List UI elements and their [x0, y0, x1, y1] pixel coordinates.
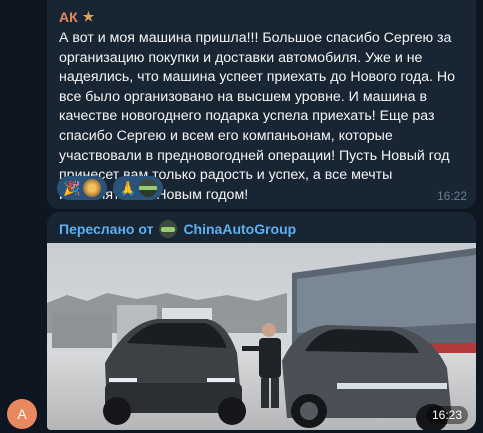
forwarded-label: Переслано от: [59, 221, 154, 237]
pray-icon: 🙏: [119, 180, 137, 196]
forwarded-message-bubble[interactable]: Переслано от ChinaAutoGroup 16:23: [47, 212, 476, 430]
message-time: 16:23: [425, 406, 468, 424]
forwarded-header[interactable]: Переслано от ChinaAutoGroup: [59, 220, 296, 238]
reactions: 🎉 🙏: [57, 176, 163, 200]
reactor-avatar: [83, 179, 101, 197]
author-name[interactable]: АК: [59, 9, 78, 25]
message-bubble[interactable]: АК ★ А вот и моя машина пришла!!! Большо…: [47, 0, 476, 209]
avatar[interactable]: A: [7, 399, 37, 429]
party-popper-icon: 🎉: [63, 180, 81, 196]
channel-name[interactable]: ChinaAutoGroup: [183, 221, 296, 237]
message-photo[interactable]: [47, 243, 476, 430]
reaction-party[interactable]: 🎉: [57, 176, 107, 200]
message-time: 16:22: [436, 189, 467, 203]
reactor-avatar: [139, 179, 157, 197]
star-icon: ★: [82, 9, 95, 24]
message-author[interactable]: АК ★: [59, 9, 94, 25]
channel-avatar-icon: [159, 220, 178, 238]
reaction-pray[interactable]: 🙏: [113, 176, 163, 200]
